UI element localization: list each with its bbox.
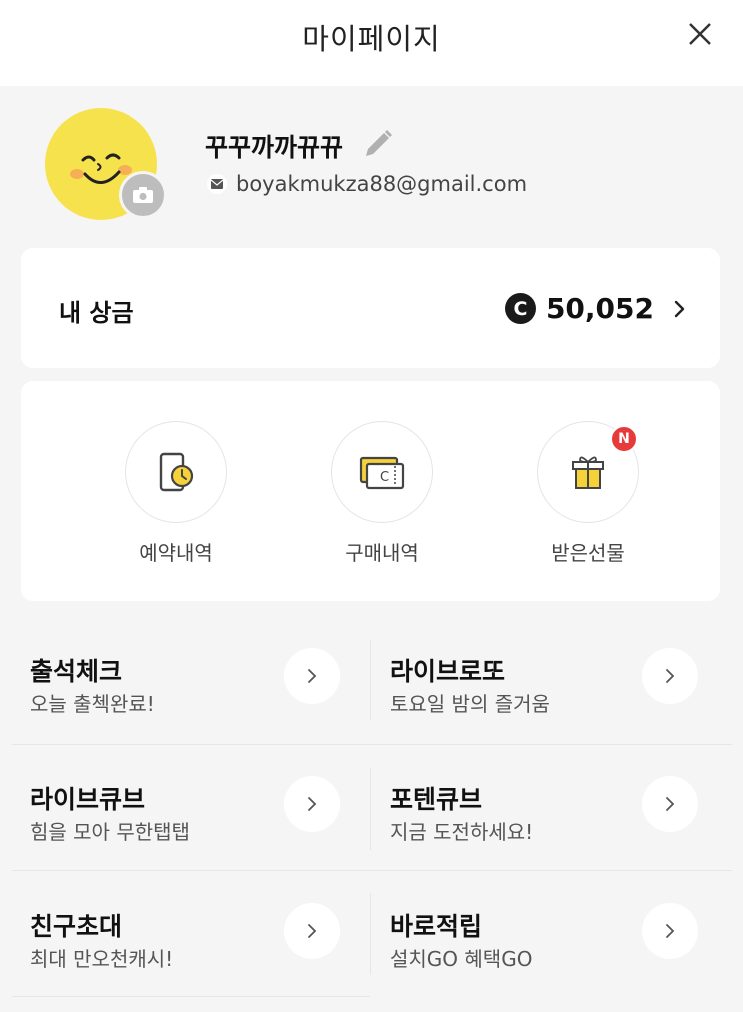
event-title: 포텐큐브 bbox=[390, 785, 483, 814]
menu-icon-circle: C bbox=[331, 421, 433, 523]
email-address: boyakmukza88@gmail.com bbox=[236, 172, 528, 196]
event-live-lotto[interactable]: 라이브로또 토요일 밤의 즐거움 bbox=[390, 638, 720, 748]
purchase-history-icon: C bbox=[359, 456, 405, 490]
my-prize-card[interactable]: 내 상금 C 50,052 bbox=[21, 248, 720, 368]
new-badge: N bbox=[610, 425, 638, 453]
event-live-cube[interactable]: 라이브큐브 힘을 모아 무한탭탭 bbox=[30, 766, 360, 876]
event-subtitle: 설치GO 혜택GO bbox=[390, 947, 533, 971]
divider bbox=[370, 768, 371, 850]
event-title: 출석체크 bbox=[30, 657, 123, 686]
event-poten-cube[interactable]: 포텐큐브 지금 도전하세요! bbox=[390, 766, 720, 876]
mail-icon bbox=[207, 174, 227, 194]
chevron-right-icon bbox=[308, 924, 317, 938]
chevron-right-icon bbox=[674, 300, 685, 317]
event-arrow-button[interactable] bbox=[284, 776, 340, 832]
event-subtitle: 오늘 출첵완료! bbox=[30, 692, 155, 716]
nickname: 꾸꾸까까뀨뀨 bbox=[205, 133, 344, 162]
chevron-right-icon bbox=[308, 797, 317, 811]
menu-label: 구매내역 bbox=[345, 541, 419, 565]
event-subtitle: 힘을 모아 무한탭탭 bbox=[30, 820, 190, 844]
camera-icon bbox=[133, 187, 153, 203]
event-title: 바로적립 bbox=[390, 912, 483, 941]
event-subtitle: 지금 도전하세요! bbox=[390, 820, 534, 844]
event-arrow-button[interactable] bbox=[642, 776, 698, 832]
profile-section: 꾸꾸까까뀨뀨 boyakmukza88@gmail.com bbox=[0, 86, 743, 236]
chevron-right-icon bbox=[666, 669, 675, 683]
prize-label: 내 상금 bbox=[59, 299, 134, 327]
event-arrow-button[interactable] bbox=[642, 648, 698, 704]
event-subtitle: 토요일 밤의 즐거움 bbox=[390, 692, 550, 716]
gift-icon bbox=[572, 456, 604, 489]
chevron-right-icon bbox=[308, 669, 317, 683]
event-title: 라이브로또 bbox=[390, 657, 506, 686]
page-title: 마이페이지 bbox=[302, 22, 441, 56]
event-title: 라이브큐브 bbox=[30, 785, 146, 814]
menu-icon-circle: N bbox=[537, 421, 639, 523]
event-subtitle: 최대 만오천캐시! bbox=[30, 947, 174, 971]
change-photo-button[interactable] bbox=[119, 171, 167, 219]
event-attendance-check[interactable]: 출석체크 오늘 출첵완료! bbox=[30, 638, 360, 748]
close-icon bbox=[689, 23, 711, 45]
top-bar: 마이페이지 bbox=[0, 0, 743, 86]
menu-received-gifts[interactable]: N 받은선물 bbox=[513, 421, 663, 566]
email-row: boyakmukza88@gmail.com bbox=[207, 172, 527, 196]
menu-icon-circle bbox=[125, 421, 227, 523]
edit-nickname-button[interactable] bbox=[360, 126, 396, 162]
event-arrow-button[interactable] bbox=[284, 903, 340, 959]
event-arrow-button[interactable] bbox=[284, 648, 340, 704]
coin-icon: C bbox=[504, 293, 536, 324]
menu-purchase-history[interactable]: C 구매내역 bbox=[307, 421, 457, 566]
history-menu-card: 예약내역 C 구매내역 N 받은선물 bbox=[21, 381, 720, 601]
close-button[interactable] bbox=[680, 14, 720, 54]
divider bbox=[370, 893, 371, 975]
event-title: 친구초대 bbox=[30, 912, 123, 941]
prize-value: C 50,052 bbox=[504, 292, 686, 325]
menu-label: 받은선물 bbox=[551, 541, 625, 565]
prize-amount: 50,052 bbox=[545, 292, 654, 325]
event-instant-reward[interactable]: 바로적립 설치GO 혜택GO bbox=[390, 893, 720, 1003]
menu-label: 예약내역 bbox=[139, 541, 213, 565]
pencil-icon bbox=[366, 130, 392, 156]
chevron-right-icon bbox=[666, 924, 675, 938]
event-arrow-button[interactable] bbox=[642, 903, 698, 959]
menu-reservation-history[interactable]: 예약내역 bbox=[101, 421, 251, 566]
event-invite-friends[interactable]: 친구초대 최대 만오천캐시! bbox=[30, 893, 360, 1003]
reservation-history-icon bbox=[159, 452, 194, 492]
chevron-right-icon bbox=[666, 797, 675, 811]
svg-text:C: C bbox=[380, 470, 389, 485]
divider bbox=[370, 640, 371, 720]
